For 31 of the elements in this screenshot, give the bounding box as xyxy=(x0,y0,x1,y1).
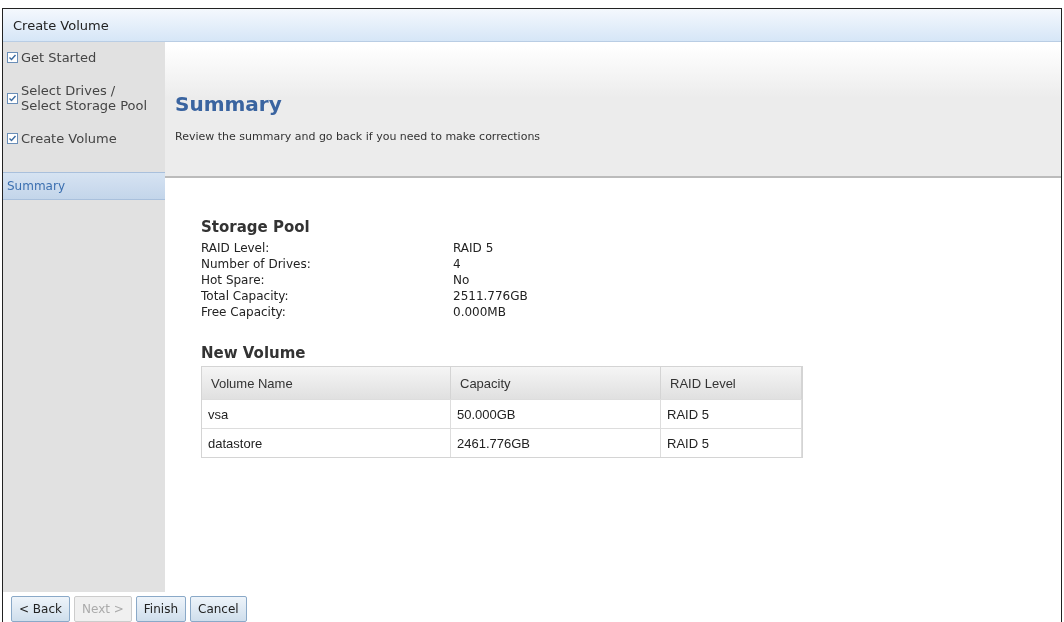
wizard-button[interactable]: Finish xyxy=(135,596,186,622)
field-label: Hot Spare: xyxy=(201,272,266,288)
table-cell: RAID 5 xyxy=(661,399,802,428)
table-cell: datastore xyxy=(202,428,451,457)
page-title: Summary xyxy=(175,92,283,116)
wizard-button[interactable]: < Back xyxy=(11,596,70,622)
field-value: 2511.776GB xyxy=(453,288,529,304)
field-value: 4 xyxy=(453,256,462,272)
table-cell: 2461.776GB xyxy=(451,428,661,457)
field-label: RAID Level: xyxy=(201,240,271,256)
wizard-step[interactable]: Select Drives / Select Storage Pool xyxy=(3,81,165,115)
wizard-button[interactable]: Cancel xyxy=(190,596,247,622)
table-cell: vsa xyxy=(202,399,451,428)
column-header: Capacity xyxy=(451,367,661,399)
column-header: Volume Name xyxy=(202,367,451,399)
table-cell: 50.000GB xyxy=(451,399,661,428)
page-subtitle: Review the summary and go back if you need to make corrections xyxy=(175,130,542,143)
wizard-step[interactable]: Create Volume xyxy=(3,129,165,148)
column-header: RAID Level xyxy=(661,367,802,399)
field-value: RAID 5 xyxy=(453,240,495,256)
table-cell: RAID 5 xyxy=(661,428,802,457)
wizard-step[interactable]: Summary xyxy=(3,172,165,200)
field-value: No xyxy=(453,272,471,288)
field-value: 0.000MB xyxy=(453,304,507,320)
field-label: Number of Drives: xyxy=(201,256,312,272)
field-label: Free Capacity: xyxy=(201,304,287,320)
field-label: Total Capacity: xyxy=(201,288,290,304)
section-title: New Volume xyxy=(201,344,307,362)
section-title: Storage Pool xyxy=(201,218,311,236)
window-title: Create Volume xyxy=(3,9,1061,42)
wizard-step[interactable]: Get Started xyxy=(3,48,165,67)
